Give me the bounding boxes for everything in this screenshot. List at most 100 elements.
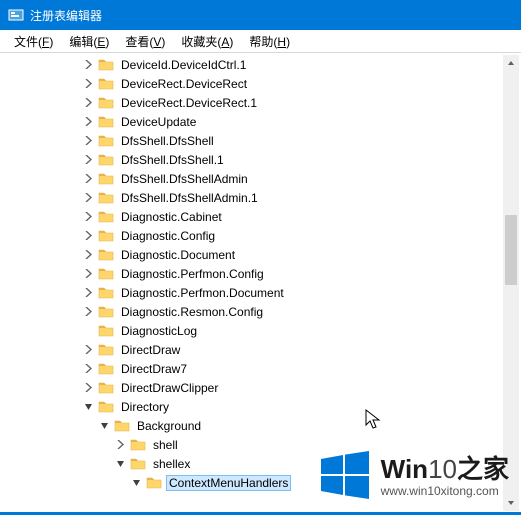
tree-node[interactable]: DirectDrawClipper (0, 378, 521, 397)
expand-icon[interactable] (80, 171, 96, 187)
tree-node[interactable]: Diagnostic.Document (0, 245, 521, 264)
folder-icon (98, 247, 114, 263)
tree-node[interactable]: Diagnostic.Perfmon.Config (0, 264, 521, 283)
tree-node-label: DfsShell.DfsShell (118, 133, 217, 149)
folder-icon (98, 228, 114, 244)
tree-node[interactable]: DirectDraw7 (0, 359, 521, 378)
tree-node-label: Diagnostic.Perfmon.Config (118, 266, 267, 282)
folder-icon (98, 133, 114, 149)
vertical-scrollbar[interactable] (503, 55, 519, 511)
collapse-icon[interactable] (80, 399, 96, 415)
expand-icon[interactable] (80, 304, 96, 320)
tree-node[interactable]: Background (0, 416, 521, 435)
scroll-thumb[interactable] (505, 215, 517, 285)
expand-icon[interactable] (80, 380, 96, 396)
folder-icon (130, 456, 146, 472)
expand-icon[interactable] (80, 342, 96, 358)
scroll-up-button[interactable] (503, 55, 519, 71)
menu-v[interactable]: 查看(V) (117, 31, 173, 52)
tree-node[interactable]: Diagnostic.Resmon.Config (0, 302, 521, 321)
tree-node[interactable]: DfsShell.DfsShellAdmin (0, 169, 521, 188)
tree-node-label: Diagnostic.Perfmon.Document (118, 285, 287, 301)
tree-node[interactable]: DiagnosticLog (0, 321, 521, 340)
watermark-url: www.win10xitong.com (381, 484, 499, 498)
tree-node[interactable]: DeviceId.DeviceIdCtrl.1 (0, 55, 521, 74)
menu-a[interactable]: 收藏夹(A) (173, 31, 241, 52)
tree-node[interactable]: DeviceRect.DeviceRect.1 (0, 93, 521, 112)
tree-node[interactable]: Diagnostic.Cabinet (0, 207, 521, 226)
tree-node-label: Diagnostic.Document (118, 247, 238, 263)
folder-icon (98, 152, 114, 168)
expand-icon[interactable] (80, 266, 96, 282)
folder-icon (98, 190, 114, 206)
expand-icon[interactable] (112, 437, 128, 453)
menubar: 文件(F)编辑(E)查看(V)收藏夹(A)帮助(H) (0, 30, 521, 53)
tree-node[interactable]: DirectDraw (0, 340, 521, 359)
expand-icon[interactable] (80, 76, 96, 92)
tree-view[interactable]: DeviceId.DeviceIdCtrl.1 DeviceRect.Device… (0, 53, 521, 515)
tree-node-label: DeviceRect.DeviceRect (118, 76, 250, 92)
tree-node-label: DirectDraw7 (118, 361, 190, 377)
folder-icon (114, 418, 130, 434)
expand-icon[interactable] (80, 57, 96, 73)
folder-icon (98, 304, 114, 320)
collapse-icon[interactable] (112, 456, 128, 472)
expand-icon[interactable] (80, 247, 96, 263)
folder-icon (98, 114, 114, 130)
folder-icon (98, 342, 114, 358)
tree-node-label: DfsShell.DfsShellAdmin (118, 171, 251, 187)
tree-node[interactable]: DeviceUpdate (0, 112, 521, 131)
folder-icon (98, 266, 114, 282)
collapse-icon[interactable] (96, 418, 112, 434)
menu-e[interactable]: 编辑(E) (61, 31, 117, 52)
expand-icon[interactable] (80, 133, 96, 149)
folder-icon (98, 285, 114, 301)
tree-node-label: Diagnostic.Config (118, 228, 218, 244)
expand-icon[interactable] (80, 190, 96, 206)
titlebar: 注册表编辑器 (0, 0, 521, 30)
folder-icon (98, 380, 114, 396)
folder-icon (98, 171, 114, 187)
expand-icon[interactable] (80, 361, 96, 377)
expand-icon[interactable] (80, 209, 96, 225)
tree-node[interactable]: DfsShell.DfsShell (0, 131, 521, 150)
folder-icon (98, 209, 114, 225)
folder-icon (98, 399, 114, 415)
tree-node-label: DfsShell.DfsShell.1 (118, 152, 227, 168)
expand-icon[interactable] (80, 228, 96, 244)
tree-node[interactable]: DfsShell.DfsShellAdmin.1 (0, 188, 521, 207)
window-title: 注册表编辑器 (30, 7, 102, 24)
expand-icon[interactable] (80, 152, 96, 168)
tree-node-label: DirectDrawClipper (118, 380, 221, 396)
expand-icon[interactable] (80, 285, 96, 301)
tree-node-label: DfsShell.DfsShellAdmin.1 (118, 190, 261, 206)
tree-node[interactable]: Diagnostic.Perfmon.Document (0, 283, 521, 302)
tree-node[interactable]: Diagnostic.Config (0, 226, 521, 245)
tree-node-label: Directory (118, 399, 172, 415)
folder-icon (130, 437, 146, 453)
expand-icon[interactable] (80, 114, 96, 130)
tree-node-label: DiagnosticLog (118, 323, 200, 339)
tree-node[interactable]: Directory (0, 397, 521, 416)
client-area: DeviceId.DeviceIdCtrl.1 DeviceRect.Device… (0, 53, 521, 515)
collapse-icon[interactable] (128, 475, 144, 491)
tree-node-label: Diagnostic.Cabinet (118, 209, 225, 225)
menu-h[interactable]: 帮助(H) (241, 31, 298, 52)
tree-node-label: DirectDraw (118, 342, 183, 358)
tree-node-label: DeviceId.DeviceIdCtrl.1 (118, 57, 249, 73)
expand-icon[interactable] (80, 95, 96, 111)
tree-node-label: shellex (150, 456, 193, 472)
watermark-title: Win10之家 (381, 456, 509, 482)
watermark: Win10之家 www.win10xitong.com (319, 449, 509, 504)
tree-node-label: shell (150, 437, 181, 453)
tree-node-label: DeviceUpdate (118, 114, 199, 130)
folder-icon (98, 76, 114, 92)
tree-node-label: ContextMenuHandlers (166, 475, 291, 491)
tree-node[interactable]: DeviceRect.DeviceRect (0, 74, 521, 93)
menu-f[interactable]: 文件(F) (6, 31, 61, 52)
tree-node-label: Diagnostic.Resmon.Config (118, 304, 266, 320)
tree-node-label: Background (134, 418, 204, 434)
folder-icon (98, 57, 114, 73)
tree-node[interactable]: DfsShell.DfsShell.1 (0, 150, 521, 169)
folder-icon (98, 323, 114, 339)
